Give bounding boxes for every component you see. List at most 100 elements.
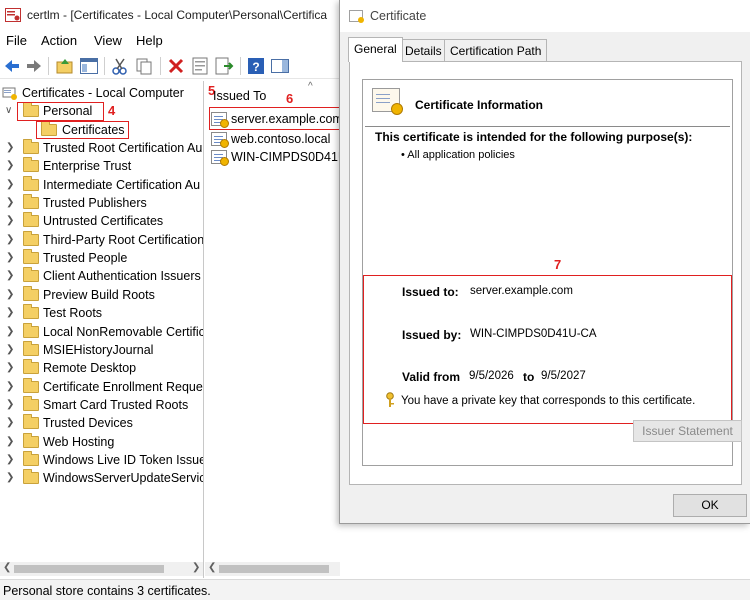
issued-by-label: Issued by: — [402, 328, 462, 342]
chevron-right-icon[interactable]: ❯ — [6, 362, 14, 373]
chevron-right-icon[interactable]: ❯ — [6, 454, 14, 465]
callout-6: 6 — [286, 91, 294, 106]
ok-button[interactable]: OK — [673, 494, 747, 517]
chevron-right-icon[interactable]: ❯ — [6, 215, 14, 226]
chevron-down-icon[interactable]: ∨ — [5, 105, 12, 116]
purpose-item: • All application policies — [401, 149, 515, 161]
tree-item[interactable]: ❯ Remote Desktop — [2, 359, 202, 378]
tree-item[interactable]: ❯ Smart Card Trusted Roots — [2, 395, 202, 415]
results-list-pane[interactable]: 5 Issued To ^ 6 server.example.com web.c… — [205, 81, 340, 578]
folder-icon — [23, 230, 39, 246]
chevron-right-icon[interactable]: ❯ — [6, 326, 14, 337]
menu-action[interactable]: Action — [41, 33, 77, 48]
folder-icon — [23, 395, 39, 411]
console-tree-pane[interactable]: Certificates - Local Computer ∨ Personal… — [0, 81, 204, 578]
list-horizontal-scrollbar[interactable]: ❮ — [205, 562, 340, 576]
properties-icon[interactable] — [190, 56, 210, 76]
tab-certification-path[interactable]: Certification Path — [444, 39, 548, 61]
tab-details[interactable]: Details — [399, 39, 448, 61]
chevron-right-icon[interactable]: ❯ — [6, 270, 14, 281]
chevron-right-icon[interactable]: ❯ — [6, 234, 14, 245]
folder-icon — [23, 322, 39, 338]
folder-icon — [23, 414, 39, 430]
menu-view[interactable]: View — [94, 33, 122, 48]
tree-item[interactable]: ❯ Trusted Publishers — [2, 194, 202, 213]
chevron-right-icon[interactable]: ❯ — [6, 307, 14, 318]
tree-item[interactable]: ❯ Preview Build Roots — [2, 285, 202, 305]
folder-icon — [23, 175, 39, 191]
chevron-right-icon[interactable]: ❯ — [6, 160, 14, 171]
callout-4: 4 — [108, 103, 116, 118]
chevron-right-icon[interactable]: ❯ — [6, 142, 14, 153]
row-highlight-box — [209, 107, 340, 130]
chevron-right-icon[interactable]: ❯ — [6, 436, 14, 447]
certificate-icon — [211, 150, 229, 166]
folder-icon — [23, 469, 39, 485]
list-item[interactable]: WIN-CIMPDS0D41U — [211, 149, 340, 167]
tree-item[interactable]: ❯ Trusted Devices — [2, 414, 202, 433]
column-header-issued-to[interactable]: Issued To — [213, 89, 266, 103]
list-item[interactable]: web.contoso.local — [211, 131, 340, 149]
tree-item[interactable]: ❯ Trusted Root Certification Au — [2, 139, 203, 158]
tree-item[interactable]: ❯ Web Hosting — [2, 432, 202, 452]
scrollbar-thumb[interactable] — [219, 565, 329, 573]
chevron-right-icon[interactable]: ❯ — [6, 197, 14, 208]
forward-arrow-icon[interactable] — [24, 56, 44, 76]
tree-item[interactable]: ❯ WindowsServerUpdateService — [2, 469, 204, 488]
callout-7: 7 — [554, 257, 562, 272]
issued-to-label: Issued to: — [402, 285, 459, 299]
tree-item[interactable]: ❯ Test Roots — [2, 304, 202, 323]
menu-file[interactable]: File — [6, 33, 27, 48]
scroll-right-arrow-icon[interactable]: ❯ — [192, 562, 200, 573]
tree-item[interactable]: ❯ Untrusted Certificates — [2, 212, 202, 231]
tree-item-label: Preview Build Roots — [43, 287, 155, 302]
tab-general[interactable]: General — [348, 37, 403, 62]
tree-item[interactable]: ❯ MSIEHistoryJournal — [2, 340, 202, 360]
chevron-right-icon[interactable]: ❯ — [6, 289, 14, 300]
sort-caret-icon: ^ — [308, 81, 313, 92]
dialog-titlebar[interactable]: Certificate — [340, 0, 750, 32]
delete-icon[interactable] — [166, 56, 186, 76]
tree-item[interactable]: ❯ Third-Party Root Certification — [2, 230, 203, 250]
tree-item[interactable]: ❯ Windows Live ID Token Issuer — [2, 450, 203, 470]
action-pane-icon[interactable] — [270, 56, 290, 76]
tree-item-label: Trusted Publishers — [43, 196, 147, 211]
svg-text:?: ? — [252, 60, 259, 74]
status-bar: Personal store contains 3 certificates. — [0, 579, 750, 600]
tree-item-label: Client Authentication Issuers — [43, 269, 201, 284]
chevron-right-icon[interactable]: ❯ — [6, 399, 14, 410]
tree-root[interactable]: Certificates - Local Computer — [2, 85, 202, 103]
help-icon[interactable]: ? — [246, 56, 266, 76]
tree-item[interactable]: ❯ Local NonRemovable Certific — [2, 322, 203, 342]
tree-horizontal-scrollbar[interactable]: ❮ ❯ — [0, 562, 203, 576]
chevron-right-icon[interactable]: ❯ — [6, 381, 14, 392]
chevron-right-icon[interactable]: ❯ — [6, 252, 14, 263]
purpose-heading: This certificate is intended for the fol… — [375, 130, 693, 144]
tree-item-label: Trusted Root Certification Au — [43, 141, 203, 155]
issuer-statement-button[interactable]: Issuer Statement — [633, 420, 742, 442]
chevron-right-icon[interactable]: ❯ — [6, 472, 14, 483]
certificate-info-heading: Certificate Information — [415, 98, 544, 112]
scroll-left-arrow-icon[interactable]: ❮ — [208, 562, 216, 573]
tree-item[interactable]: ❯ Intermediate Certification Au — [2, 175, 202, 195]
cut-icon[interactable] — [110, 56, 130, 76]
menu-help[interactable]: Help — [136, 33, 163, 48]
tree-item-label: Untrusted Certificates — [43, 214, 164, 229]
chevron-right-icon[interactable]: ❯ — [6, 417, 14, 428]
chevron-right-icon[interactable]: ❯ — [6, 179, 14, 190]
tree-item-label: WindowsServerUpdateService — [43, 471, 204, 486]
tree-item[interactable]: ❯ Enterprise Trust — [2, 157, 202, 176]
tree-item[interactable]: ❯ Certificate Enrollment Reques — [2, 377, 203, 397]
scrollbar-thumb[interactable] — [14, 565, 164, 573]
back-arrow-icon[interactable] — [2, 56, 22, 76]
folder-icon — [23, 359, 39, 375]
scroll-left-arrow-icon[interactable]: ❮ — [3, 562, 11, 573]
copy-icon[interactable] — [134, 56, 154, 76]
valid-to-value: 9/5/2027 — [541, 370, 586, 382]
show-hide-tree-icon[interactable] — [79, 56, 99, 76]
tree-item[interactable]: ❯ Trusted People — [2, 249, 202, 268]
tree-item[interactable]: ❯ Client Authentication Issuers — [2, 267, 202, 286]
chevron-right-icon[interactable]: ❯ — [6, 344, 14, 355]
up-folder-icon[interactable] — [55, 56, 75, 76]
export-list-icon[interactable] — [214, 56, 234, 76]
